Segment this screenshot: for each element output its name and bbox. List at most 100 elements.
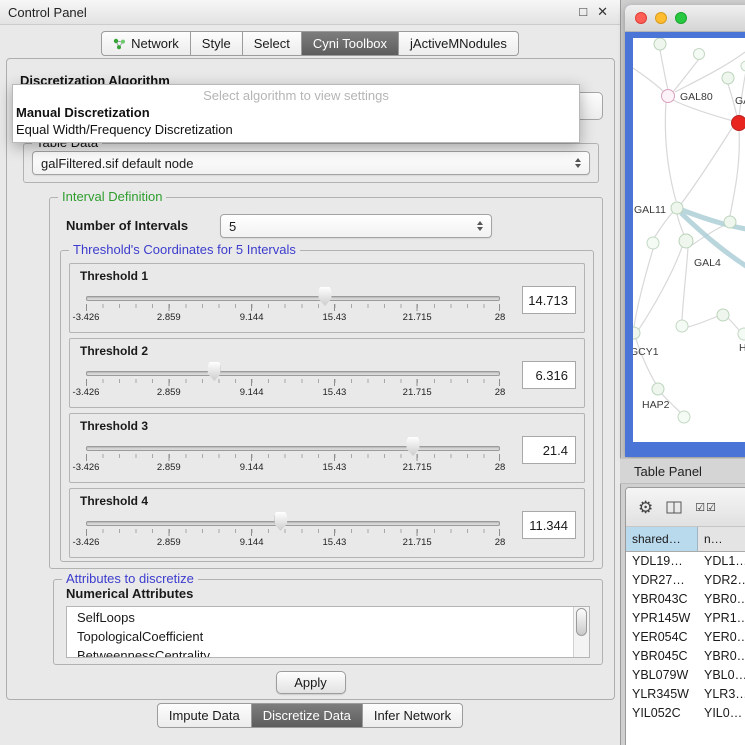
scale-label: 15.43: [323, 537, 347, 548]
gear-icon[interactable]: ⚙: [638, 499, 653, 516]
scale-label: -3.426: [73, 462, 100, 473]
cell-name: YER0…: [698, 628, 745, 647]
combo-arrows-icon: [575, 158, 581, 168]
attribute-item-selfloops[interactable]: SelfLoops: [67, 608, 574, 627]
attribute-item-topologicalcoefficient[interactable]: TopologicalCoefficient: [67, 627, 574, 646]
table-row[interactable]: YBL079WYBL0…: [626, 666, 745, 685]
threshold-slider[interactable]: -3.4262.8599.14415.4321.71528: [80, 284, 510, 328]
slider-scale-labels: -3.4262.8599.14415.4321.71528: [86, 462, 500, 474]
network-node[interactable]: [738, 328, 745, 340]
network-node-selected-red[interactable]: [732, 116, 745, 131]
network-canvas[interactable]: GAL80 GA GAL11 GAL4 GCY1 H HAP2: [633, 38, 745, 442]
table-row[interactable]: YBR043CYBR0…: [626, 590, 745, 609]
scale-label: 9.144: [240, 312, 264, 323]
bottom-tab-impute-data[interactable]: Impute Data: [157, 703, 252, 728]
threshold-panel: Threshold 3 -3.4262.8599.14415.4321.7152…: [69, 413, 585, 483]
network-node-gal11[interactable]: [671, 202, 683, 214]
scale-label: 21.715: [403, 312, 432, 323]
network-node[interactable]: [741, 61, 745, 71]
tab-cyni-toolbox[interactable]: Cyni Toolbox: [302, 31, 399, 56]
attribute-item-betweennesscentrality[interactable]: BetweennessCentrality: [67, 646, 574, 658]
minimize-traffic-light-icon[interactable]: [655, 12, 667, 24]
scale-label: 9.144: [240, 537, 264, 548]
threshold-label: Threshold 4: [80, 494, 148, 508]
slider-track[interactable]: [86, 296, 500, 301]
scale-label: 28: [495, 537, 506, 548]
algorithm-combobox-fragment: [578, 92, 603, 120]
table-row[interactable]: YLR345WYLR3…: [626, 685, 745, 704]
network-window-titlebar[interactable]: [625, 5, 745, 32]
threshold-label: Threshold 2: [80, 344, 148, 358]
scale-label: 15.43: [323, 387, 347, 398]
tab-network[interactable]: Network: [101, 31, 191, 56]
network-node-gal80[interactable]: [662, 90, 675, 103]
slider-track[interactable]: [86, 371, 500, 376]
algorithm-option-equal-width-frequency-discretization[interactable]: Equal Width/Frequency Discretization: [13, 121, 579, 138]
scale-label: 2.859: [157, 312, 181, 323]
network-node[interactable]: [717, 309, 729, 321]
threshold-slider[interactable]: -3.4262.8599.14415.4321.71528: [80, 434, 510, 478]
threshold-panel: Threshold 1 -3.4262.8599.14415.4321.7152…: [69, 263, 585, 333]
threshold-value-field[interactable]: 14.713: [522, 286, 576, 314]
bottom-tab-infer-network[interactable]: Infer Network: [363, 703, 463, 728]
threshold-panel: Threshold 4 -3.4262.8599.14415.4321.7152…: [69, 488, 585, 558]
bottom-tab-discretize-data[interactable]: Discretize Data: [252, 703, 363, 728]
cell-shared-name: YDL19…: [626, 552, 698, 571]
algorithm-option-manual-discretization[interactable]: Manual Discretization: [13, 104, 579, 121]
control-panel-titlebar[interactable]: Control Panel □ ✕: [0, 0, 620, 25]
network-node-hap2[interactable]: [652, 383, 664, 395]
network-node[interactable]: [654, 38, 666, 50]
network-node[interactable]: [676, 320, 688, 332]
threshold-slider[interactable]: -3.4262.8599.14415.4321.71528: [80, 509, 510, 553]
zoom-traffic-light-icon[interactable]: [675, 12, 687, 24]
scrollbar-thumb[interactable]: [576, 608, 587, 636]
threshold-slider[interactable]: -3.4262.8599.14415.4321.71528: [80, 359, 510, 403]
table-row[interactable]: YBR045CYBR0…: [626, 647, 745, 666]
slider-scale-labels: -3.4262.8599.14415.4321.71528: [86, 537, 500, 549]
node-label: H: [739, 342, 745, 354]
tab-style[interactable]: Style: [191, 31, 243, 56]
table-row[interactable]: YER054CYER0…: [626, 628, 745, 647]
close-icon[interactable]: ✕: [597, 4, 608, 20]
threshold-value-field[interactable]: 6.316: [522, 361, 576, 389]
table-row[interactable]: YPR145WYPR1…: [626, 609, 745, 628]
attributes-scrollbar[interactable]: [573, 607, 589, 657]
slider-track[interactable]: [86, 521, 500, 526]
column-header-shared-name[interactable]: shared…: [626, 527, 698, 551]
interval-definition-group: Interval Definition Number of Intervals …: [49, 197, 603, 569]
number-of-intervals-value: 5: [229, 219, 236, 234]
table-data-combobox[interactable]: galFiltered.sif default node: [32, 151, 590, 175]
close-traffic-light-icon[interactable]: [635, 12, 647, 24]
numerical-attributes-list[interactable]: SelfLoopsTopologicalCoefficientBetweenne…: [66, 606, 590, 658]
network-node-gcy1[interactable]: [633, 327, 640, 339]
threshold-value-field[interactable]: 21.4: [522, 436, 576, 464]
cell-name: YIL0…: [698, 704, 745, 723]
table-row[interactable]: YDL19…YDL1…: [626, 552, 745, 571]
network-node[interactable]: [722, 72, 734, 84]
columns-icon[interactable]: [666, 501, 682, 514]
spinner-arrows-icon: [477, 221, 483, 231]
table-row[interactable]: YIL052CYIL0…: [626, 704, 745, 723]
network-view-window[interactable]: GAL80 GA GAL11 GAL4 GCY1 H HAP2: [625, 5, 745, 457]
apply-button[interactable]: Apply: [276, 671, 346, 694]
tab-jactivemnodules[interactable]: jActiveMNodules: [399, 31, 519, 56]
scale-label: 21.715: [403, 387, 432, 398]
slider-scale-labels: -3.4262.8599.14415.4321.71528: [86, 312, 500, 324]
tab-select[interactable]: Select: [243, 31, 302, 56]
network-node[interactable]: [724, 216, 736, 228]
table-row[interactable]: YDR27…YDR2…: [626, 571, 745, 590]
slider-track[interactable]: [86, 446, 500, 451]
network-node-gal4[interactable]: [679, 234, 693, 248]
number-of-intervals-combobox[interactable]: 5: [220, 214, 492, 238]
network-node[interactable]: [647, 237, 659, 249]
network-node[interactable]: [694, 49, 705, 60]
cell-name: YBL0…: [698, 666, 745, 685]
network-node[interactable]: [678, 411, 690, 423]
float-window-icon[interactable]: □: [579, 4, 587, 20]
table-toolbar: ⚙ ☑☑: [626, 488, 745, 527]
column-header-name[interactable]: n…: [698, 527, 745, 551]
threshold-value-field[interactable]: 11.344: [522, 511, 576, 539]
tab-label: Style: [202, 36, 231, 51]
select-columns-checkboxes-icon[interactable]: ☑☑: [695, 501, 717, 514]
cell-name: YBR0…: [698, 590, 745, 609]
